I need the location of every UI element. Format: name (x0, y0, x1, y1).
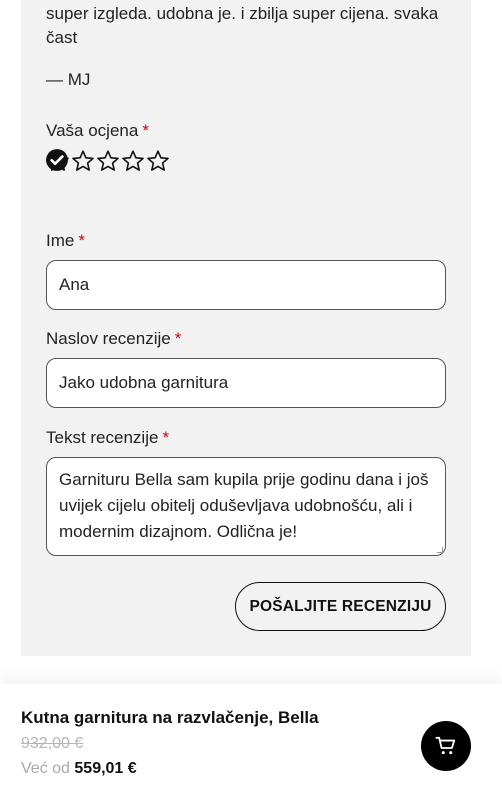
star-outline-icon (122, 150, 144, 171)
product-name: Kutna garnitura na razvlačenje, Bella (21, 708, 319, 727)
rating-label: Vaša ocjena * (46, 121, 149, 141)
review-title-label-text: Naslov recenzije (46, 329, 171, 348)
resize-handle[interactable] (437, 547, 443, 553)
submit-review-button[interactable]: POŠALJITE RECENZIJU (235, 582, 446, 631)
check-badge-icon (46, 149, 68, 171)
star-1[interactable] (46, 148, 70, 174)
name-label: Ime * (46, 231, 85, 251)
review-text-label: Tekst recenzije * (46, 428, 169, 448)
rating-stars (46, 148, 170, 174)
required-mark: * (174, 329, 182, 348)
star-4[interactable] (121, 148, 145, 174)
name-label-text: Ime (46, 231, 75, 250)
sticky-product-bar: Kutna garnitura na razvlačenje, Bella 93… (0, 684, 502, 802)
review-text-input[interactable]: Garnituru Bella sam kupila prije godinu … (46, 457, 446, 556)
old-price: 932,00 € (21, 735, 84, 752)
review-text-value: Garnituru Bella sam kupila prije godinu … (59, 470, 429, 541)
review-author: — MJ (46, 70, 91, 89)
star-outline-icon (97, 150, 119, 171)
review-title-input[interactable]: Jako udobna garnitura (46, 358, 446, 408)
star-outline-icon (147, 150, 169, 171)
star-5[interactable] (146, 148, 170, 174)
current-price: 559,01 € (74, 760, 137, 777)
cart-icon (435, 736, 456, 755)
review-panel: super izgleda. udobna je. i zbilja super… (21, 0, 471, 656)
star-3[interactable] (96, 148, 120, 174)
required-mark: * (78, 231, 85, 250)
review-title-label: Naslov recenzije * (46, 329, 181, 349)
review-text-label-text: Tekst recenzije (46, 428, 159, 447)
price-prefix: Već od (21, 760, 70, 777)
price-line: Već od 559,01 € (21, 760, 137, 778)
name-input[interactable]: Ana (46, 260, 446, 310)
review-text: super izgleda. udobna je. i zbilja super… (46, 4, 439, 47)
star-outline-icon (72, 150, 94, 171)
star-2[interactable] (71, 148, 95, 174)
add-to-cart-button[interactable] (421, 721, 471, 771)
required-mark: * (162, 428, 170, 447)
rating-label-text: Vaša ocjena (46, 121, 139, 140)
required-mark: * (142, 121, 149, 140)
